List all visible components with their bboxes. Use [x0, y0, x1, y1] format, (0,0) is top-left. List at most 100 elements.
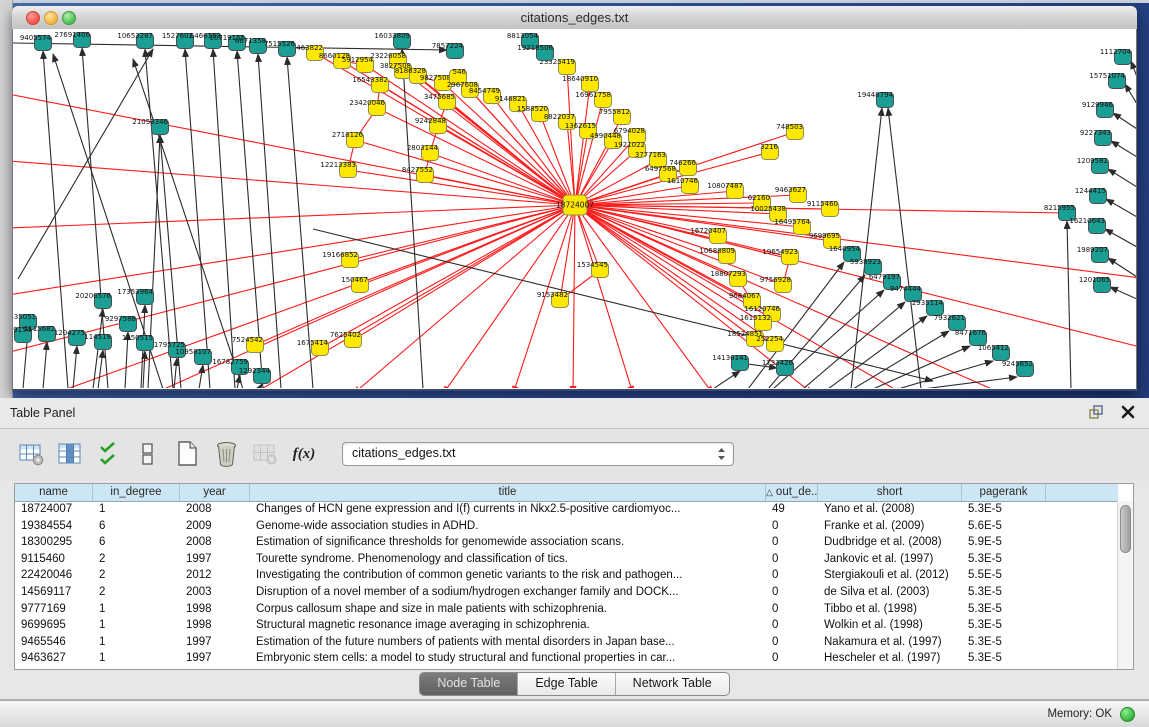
graph-node[interactable]: 7955812	[599, 108, 631, 125]
graph-node[interactable]: 9463627	[775, 186, 807, 203]
table-scrollbar[interactable]	[1117, 501, 1133, 669]
select-checkmarks-icon[interactable]	[94, 439, 124, 469]
table-row[interactable]: 946362711997Embryonic stem cells: a mode…	[15, 650, 1118, 667]
table-row[interactable]: 1830029562008Estimation of significance …	[15, 534, 1118, 551]
graph-edge[interactable]	[1106, 199, 1136, 217]
graph-node[interactable]: 16543382	[352, 76, 388, 93]
graph-node[interactable]: 5938923	[850, 258, 882, 275]
new-document-icon[interactable]	[172, 439, 202, 469]
graph-node[interactable]: 1201065	[1079, 276, 1111, 293]
graph-node[interactable]: 18807293	[710, 270, 746, 287]
graph-edge[interactable]	[1067, 221, 1071, 388]
graph-node[interactable]: 9227343	[1080, 129, 1112, 146]
graph-edge[interactable]	[713, 371, 740, 388]
graph-edge[interactable]	[199, 365, 203, 388]
column-header-year[interactable]: year	[180, 484, 250, 501]
graph-edge[interactable]	[13, 159, 575, 205]
graph-node[interactable]: 1112704	[1100, 48, 1132, 65]
trash-icon[interactable]	[211, 439, 241, 469]
graph-node[interactable]: 9297588	[105, 315, 137, 332]
column-header-short[interactable]: short	[818, 484, 962, 501]
graph-node[interactable]: 2803144	[407, 144, 439, 161]
graph-node[interactable]: 15751074	[1089, 72, 1125, 89]
close-panel-icon[interactable]	[1119, 403, 1137, 421]
graph-edge[interactable]	[1105, 229, 1136, 247]
graph-node[interactable]: 7524542	[232, 336, 264, 353]
graph-node[interactable]: 8427552	[402, 166, 434, 183]
table-row[interactable]: 1872400712008Changes of HCN gene express…	[15, 501, 1118, 518]
graph-node[interactable]: 1675414	[297, 339, 329, 356]
graph-node[interactable]: 9242848	[415, 117, 447, 134]
table-source-select[interactable]: citations_edges.txt	[342, 442, 734, 466]
graph-edge[interactable]	[348, 170, 575, 205]
graph-node[interactable]: 150467	[341, 276, 368, 293]
graph-node[interactable]: 1292344	[239, 367, 271, 384]
graph-edge[interactable]	[1125, 84, 1136, 104]
graph-node[interactable]: 27691406	[54, 31, 90, 48]
graph-edge[interactable]	[98, 350, 103, 388]
column-header-out_de[interactable]: △out_de...	[766, 484, 818, 501]
network-window-titlebar[interactable]: citations_edges.txt	[12, 6, 1137, 30]
graph-node[interactable]: 9405574	[20, 34, 52, 51]
graph-node[interactable]: 19166852	[322, 251, 358, 268]
graph-node[interactable]: 2718126	[332, 131, 364, 148]
column-header-name[interactable]: name	[15, 484, 93, 501]
graph-edge[interactable]	[259, 384, 262, 388]
tab-node-table[interactable]: Node Table	[420, 673, 517, 695]
table-row[interactable]: 969969511998Structural magnetic resonanc…	[15, 617, 1118, 634]
graph-node[interactable]: 17353964	[117, 288, 153, 305]
graph-node[interactable]: 16961758	[575, 91, 611, 108]
graph-node[interactable]: 9153482	[537, 291, 569, 308]
graph-node[interactable]: 1250515	[122, 334, 154, 351]
graph-edge[interactable]	[402, 49, 423, 388]
graph-node[interactable]: 7515526	[264, 40, 296, 57]
function-icon[interactable]: f(x)	[289, 439, 319, 469]
graph-node[interactable]: 19218506	[517, 44, 553, 61]
table-row[interactable]: 946554611997Estimation of the future num…	[15, 634, 1118, 651]
graph-edge[interactable]	[1110, 287, 1136, 299]
graph-node[interactable]: 1610746	[667, 177, 699, 194]
table-row[interactable]: 977716911998Corpus callosum shape and si…	[15, 601, 1118, 618]
graph-edge[interactable]	[1111, 141, 1136, 157]
network-canvas[interactable]: 7463822866012859129542322605838275088186…	[13, 29, 1136, 388]
graph-node[interactable]: 20206576	[75, 292, 111, 309]
graph-edge[interactable]	[18, 49, 153, 279]
table-scrollbar-thumb[interactable]	[1120, 505, 1131, 553]
graph-node[interactable]: 14136141	[712, 354, 748, 371]
graph-edge[interactable]	[353, 205, 575, 340]
graph-node[interactable]: 16210643	[1069, 217, 1105, 234]
graph-edge[interactable]	[1113, 113, 1136, 129]
graph-edge[interactable]	[355, 140, 575, 205]
graph-node[interactable]: 10653287	[117, 32, 153, 49]
graph-edge[interactable]	[560, 205, 575, 300]
graph-node[interactable]: 1244415	[1075, 187, 1107, 204]
graph-node[interactable]: 9245652	[1002, 360, 1034, 377]
graph-edge[interactable]	[185, 49, 210, 388]
float-panel-icon[interactable]	[1087, 403, 1105, 421]
graph-node[interactable]: 1733426	[762, 359, 794, 376]
table-row[interactable]: 1938455462009Genome-wide association stu…	[15, 518, 1118, 535]
graph-node[interactable]: 1989207	[1077, 246, 1109, 263]
column-header-title[interactable]: title	[250, 484, 766, 501]
graph-edge[interactable]	[143, 351, 145, 388]
tab-edge-table[interactable]: Edge Table	[517, 673, 614, 695]
graph-node[interactable]: 21053346	[132, 118, 168, 135]
graph-node[interactable]: 12213383	[320, 161, 356, 178]
table-row[interactable]: 1456911722003Disruption of a novel membe…	[15, 584, 1118, 601]
graph-node[interactable]: 10807487	[707, 182, 743, 199]
graph-node[interactable]: 23420046	[349, 99, 385, 116]
graph-node[interactable]: 1534545	[577, 261, 609, 278]
column-header-in_degree[interactable]: in_degree	[93, 484, 180, 501]
graph-node[interactable]: 3216	[760, 143, 778, 160]
graph-edge[interactable]	[53, 205, 575, 388]
table-row[interactable]: 911546021997Tourette syndrome. Phenomeno…	[15, 551, 1118, 568]
tab-network-table[interactable]: Network Table	[615, 673, 729, 695]
graph-node[interactable]: 16033809	[374, 32, 410, 49]
graph-node[interactable]: 1204275	[54, 329, 86, 346]
graph-node[interactable]: 1065412	[978, 344, 1010, 361]
graph-edge[interactable]	[575, 84, 590, 205]
show-column-icon[interactable]	[55, 439, 85, 469]
graph-edge[interactable]	[575, 205, 1136, 349]
graph-edge[interactable]	[1131, 61, 1136, 77]
column-header-pagerank[interactable]: pagerank	[962, 484, 1046, 501]
